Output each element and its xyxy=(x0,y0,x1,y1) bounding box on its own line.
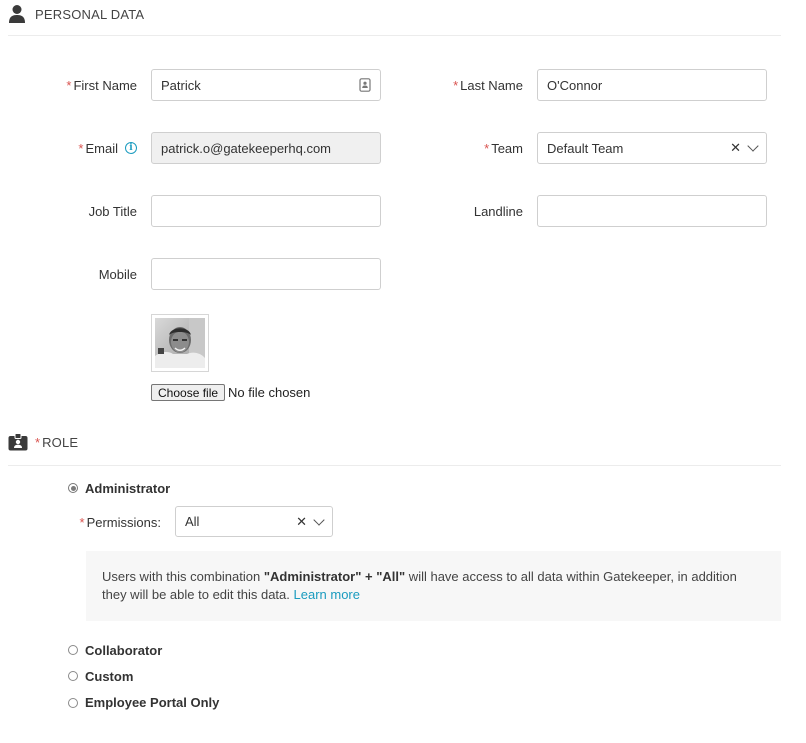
chevron-down-icon[interactable] xyxy=(747,140,759,152)
role-divider xyxy=(8,465,781,466)
avatar xyxy=(151,314,209,372)
landline-label: Landline xyxy=(473,203,523,219)
person-icon xyxy=(8,4,26,24)
first-name-label: * First Name xyxy=(66,77,137,93)
landline-input[interactable] xyxy=(537,195,767,227)
team-label: * Team xyxy=(484,140,523,156)
permissions-label: * Permissions: xyxy=(79,514,161,530)
clear-team-icon[interactable]: ✕ xyxy=(730,140,741,156)
administrator-label[interactable]: Administrator xyxy=(85,481,170,496)
file-status: No file chosen xyxy=(228,385,311,400)
collaborator-radio[interactable] xyxy=(68,645,78,655)
info-icon[interactable]: i xyxy=(125,142,137,154)
team-select[interactable]: Default Team ✕ xyxy=(537,132,767,164)
clear-permissions-icon[interactable]: ✕ xyxy=(296,514,307,530)
chevron-down-icon[interactable] xyxy=(313,513,325,526)
role-title: ROLE xyxy=(42,434,79,450)
mobile-input[interactable] xyxy=(151,258,381,290)
id-badge-icon xyxy=(8,433,28,451)
avatar-photo xyxy=(155,318,205,368)
choose-file-button[interactable]: Choose file xyxy=(151,384,226,401)
custom-label[interactable]: Custom xyxy=(85,669,133,684)
contact-card-icon[interactable] xyxy=(359,78,371,92)
email-label: * Email i xyxy=(20,132,137,164)
collaborator-label[interactable]: Collaborator xyxy=(85,643,162,658)
learn-more-link[interactable]: Learn more xyxy=(294,587,360,602)
job-title-label: Job Title xyxy=(88,203,137,219)
job-title-input[interactable] xyxy=(151,195,381,227)
personal-data-divider xyxy=(8,35,781,36)
last-name-input[interactable]: O'Connor xyxy=(537,69,767,101)
personal-data-header: PERSONAL DATA xyxy=(8,4,144,24)
email-input[interactable]: patrick.o@gatekeeperhq.com xyxy=(151,132,381,164)
employee-portal-only-radio[interactable] xyxy=(68,698,78,708)
employee-portal-only-label[interactable]: Employee Portal Only xyxy=(85,695,219,710)
last-name-label: * Last Name xyxy=(453,77,523,93)
administrator-radio[interactable] xyxy=(68,483,78,493)
permissions-select[interactable]: All ✕ xyxy=(175,506,333,537)
custom-radio[interactable] xyxy=(68,671,78,681)
personal-data-title: PERSONAL DATA xyxy=(35,6,145,22)
role-header: * ROLE xyxy=(8,433,78,451)
first-name-input[interactable]: Patrick xyxy=(151,69,381,101)
mobile-label: Mobile xyxy=(98,266,137,282)
permission-notice: Users with this combination "Administrat… xyxy=(86,551,781,621)
